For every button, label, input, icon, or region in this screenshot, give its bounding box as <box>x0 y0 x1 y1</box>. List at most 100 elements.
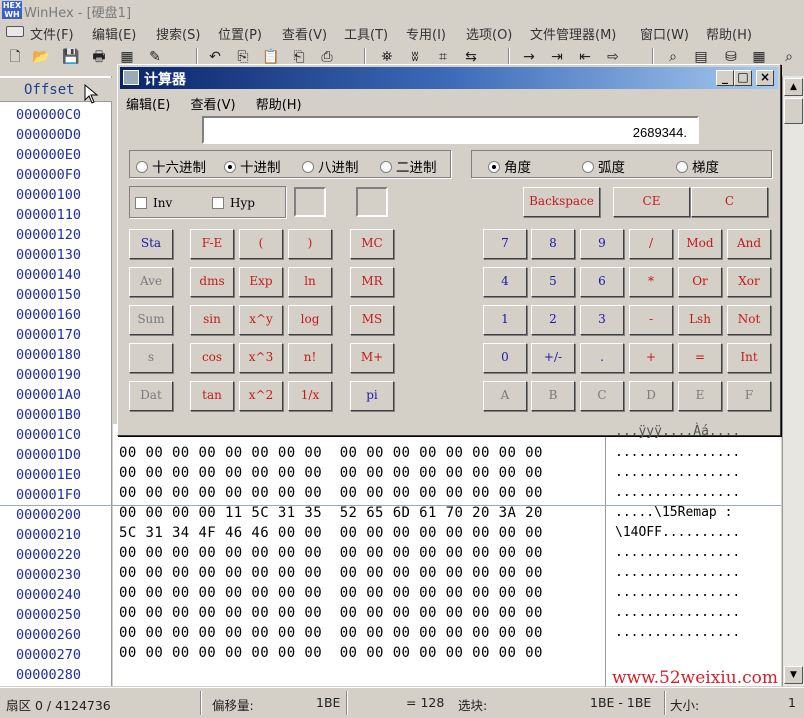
hex-row[interactable]: 00 00 00 00 00 00 00 00 00 00 00 00 00 0… <box>119 605 543 625</box>
vertical-scrollbar[interactable]: ▲ ▼ <box>782 76 804 686</box>
calc-sci-button[interactable]: Sum <box>129 305 173 335</box>
menu-item[interactable]: 工具(T) <box>344 24 388 43</box>
calc-memory-button[interactable]: M+ <box>350 343 394 373</box>
menu-item[interactable]: 文件管理器(M) <box>530 24 616 43</box>
radio-degrees[interactable]: 角度 <box>488 156 531 176</box>
calc-number-button[interactable]: F <box>727 381 771 411</box>
calc-sci-button[interactable]: dms <box>190 267 234 297</box>
calc-number-button[interactable]: 3 <box>580 305 624 335</box>
menu-item[interactable]: 帮助(H) <box>706 24 752 43</box>
calc-sci-button[interactable]: Dat <box>129 381 173 411</box>
calc-number-button[interactable]: Not <box>727 305 771 335</box>
calc-sci-button[interactable]: ( <box>239 229 283 259</box>
calc-number-button[interactable]: +/- <box>531 343 575 373</box>
calc-c-button[interactable]: C <box>691 187 768 217</box>
calc-sci-button[interactable]: s <box>129 343 173 373</box>
minimize-button[interactable]: _ <box>716 70 734 86</box>
print-icon[interactable]: 🖶 <box>90 48 108 66</box>
calc-number-button[interactable]: 8 <box>531 229 575 259</box>
calc-number-button[interactable]: * <box>629 267 673 297</box>
hex-row[interactable]: 00 00 00 00 00 00 00 00 00 00 00 00 00 0… <box>119 565 543 585</box>
calculator-title-bar[interactable]: 计算器 _ □ × <box>120 67 778 89</box>
calc-ce-button[interactable]: CE <box>613 187 690 217</box>
menu-item[interactable]: 查看(V) <box>282 24 327 43</box>
calc-number-button[interactable]: 0 <box>483 343 527 373</box>
radio-bin[interactable]: 二进制 <box>380 156 437 176</box>
calc-sci-button[interactable]: tan <box>190 381 234 411</box>
calc-number-button[interactable]: 6 <box>580 267 624 297</box>
menu-item[interactable]: 编辑(E) <box>92 24 136 43</box>
calc-sci-button[interactable]: Exp <box>239 267 283 297</box>
menu-item[interactable]: 专用(I) <box>406 24 446 43</box>
radio-dec[interactable]: 十进制 <box>224 156 281 176</box>
open-folder-icon[interactable]: 📂 <box>32 48 50 66</box>
close-button[interactable]: × <box>756 70 774 86</box>
hex-row[interactable]: 00 00 00 00 00 00 00 00 00 00 00 00 00 0… <box>119 445 543 465</box>
menu-item[interactable]: 文件(F) <box>30 24 74 43</box>
new-file-icon[interactable]: 🗋 <box>6 48 24 66</box>
calc-sci-button[interactable]: log <box>288 305 332 335</box>
hex-row[interactable]: 00 00 00 00 00 00 00 00 00 00 00 00 00 0… <box>119 625 543 645</box>
calc-number-button[interactable]: = <box>678 343 722 373</box>
ascii-row[interactable]: ................ <box>615 485 740 505</box>
menu-item[interactable]: 选项(O) <box>466 24 512 43</box>
menu-item[interactable]: 搜索(S) <box>156 24 200 43</box>
hyp-checkbox[interactable]: Hyp <box>212 196 255 210</box>
hex-row[interactable]: 00 00 00 00 11 5C 31 35 52 65 6D 61 70 2… <box>119 505 543 525</box>
calc-sci-button[interactable]: x^2 <box>239 381 283 411</box>
calc-number-button[interactable]: - <box>629 305 673 335</box>
ascii-row[interactable]: ................ <box>615 465 740 485</box>
calc-sci-button[interactable]: ) <box>288 229 332 259</box>
calc-sci-button[interactable]: cos <box>190 343 234 373</box>
calc-number-button[interactable]: Or <box>678 267 722 297</box>
offset-header[interactable]: Offset <box>0 78 112 104</box>
calc-number-button[interactable]: 7 <box>483 229 527 259</box>
calc-memory-button[interactable]: MS <box>350 305 394 335</box>
calc-sci-button[interactable]: Sta <box>129 229 173 259</box>
calc-memory-button[interactable]: pi <box>350 381 394 411</box>
calc-number-button[interactable]: 5 <box>531 267 575 297</box>
scroll-up-arrow-icon[interactable]: ▲ <box>784 78 803 96</box>
calc-number-button[interactable]: Lsh <box>678 305 722 335</box>
calc-number-button[interactable]: 1 <box>483 305 527 335</box>
ascii-row[interactable]: ................ <box>615 565 740 585</box>
calc-number-button[interactable]: B <box>531 381 575 411</box>
calc-number-button[interactable]: . <box>580 343 624 373</box>
calc-number-button[interactable]: A <box>483 381 527 411</box>
calc-number-button[interactable]: D <box>629 381 673 411</box>
inv-checkbox[interactable]: Inv <box>135 196 172 210</box>
radio-hex[interactable]: 十六进制 <box>136 156 206 176</box>
calc-number-button[interactable]: Mod <box>678 229 722 259</box>
calc-menu-edit[interactable]: 编辑(E) <box>126 98 170 113</box>
hex-row[interactable]: 00 00 00 00 00 00 00 00 00 00 00 00 00 0… <box>119 465 543 485</box>
maximize-button[interactable]: □ <box>734 70 752 86</box>
calc-number-button[interactable]: And <box>727 229 771 259</box>
calc-number-button[interactable]: / <box>629 229 673 259</box>
hex-row[interactable]: 00 00 00 00 00 00 00 00 00 00 00 00 00 0… <box>119 545 543 565</box>
calc-memory-button[interactable]: MR <box>350 267 394 297</box>
radio-radians[interactable]: 弧度 <box>582 156 625 176</box>
calc-number-button[interactable]: 4 <box>483 267 527 297</box>
menu-item[interactable]: 窗口(W) <box>640 24 689 43</box>
calc-number-button[interactable]: C <box>580 381 624 411</box>
ascii-row[interactable]: ................ <box>615 625 740 645</box>
calc-backspace-button[interactable]: Backspace <box>523 187 600 217</box>
radio-grads[interactable]: 梯度 <box>676 156 719 176</box>
winhex-app-icon[interactable]: HEX WH <box>2 1 22 19</box>
calc-sci-button[interactable]: F-E <box>190 229 234 259</box>
calc-sci-button[interactable]: 1/x <box>288 381 332 411</box>
calc-number-button[interactable]: Int <box>727 343 771 373</box>
menu-item[interactable]: 位置(P) <box>218 24 262 43</box>
calc-sci-button[interactable]: n! <box>288 343 332 373</box>
magnifier-icon[interactable]: ⌕ <box>780 48 798 66</box>
hex-row[interactable]: 00 00 00 00 00 00 00 00 00 00 00 00 00 0… <box>119 485 543 505</box>
calc-number-button[interactable]: Xor <box>727 267 771 297</box>
ascii-row[interactable]: \14OFF.......... <box>615 525 740 545</box>
ascii-row[interactable]: ................ <box>615 545 740 565</box>
calc-menu-help[interactable]: 帮助(H) <box>256 98 302 113</box>
calc-number-button[interactable]: E <box>678 381 722 411</box>
save-disk-icon[interactable]: 💾 <box>62 48 80 66</box>
calc-sci-button[interactable]: Ave <box>129 267 173 297</box>
calc-sci-button[interactable]: x^y <box>239 305 283 335</box>
ascii-row[interactable]: ................ <box>615 585 740 605</box>
